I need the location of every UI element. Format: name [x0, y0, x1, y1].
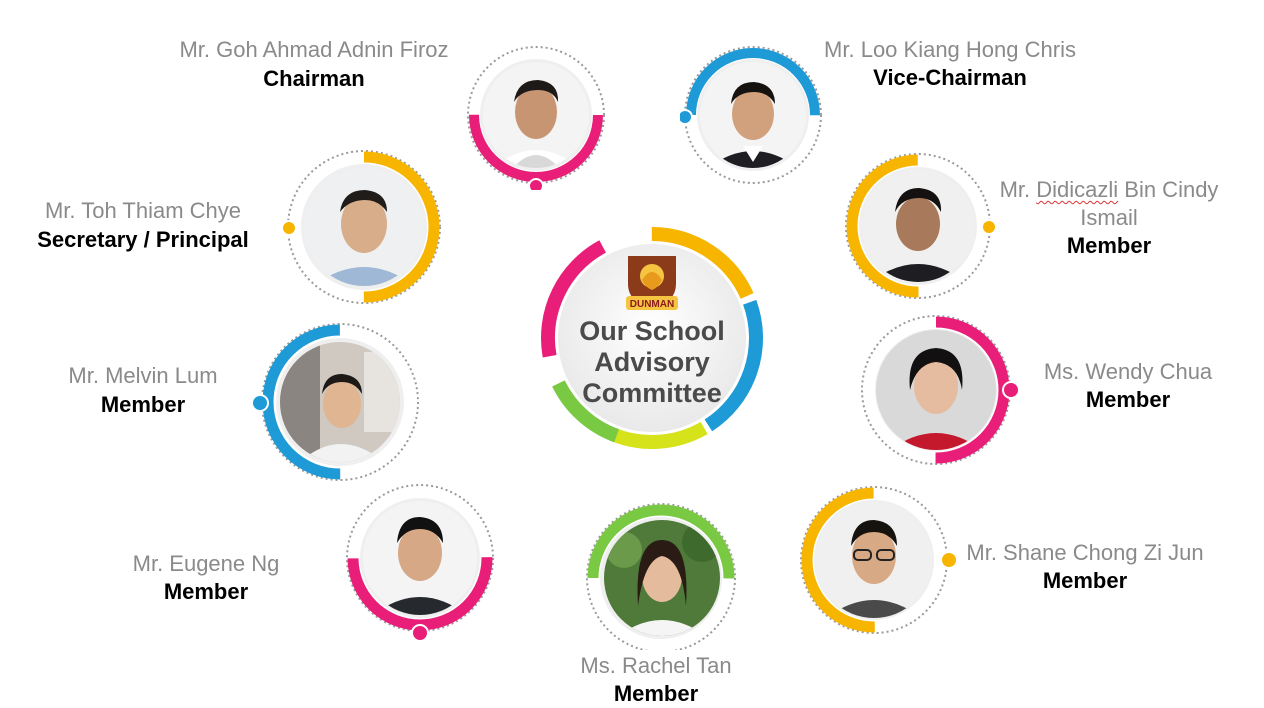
- member-card-didicazli: [842, 150, 1002, 310]
- member-card-shane-chong: [798, 482, 964, 642]
- crest-text: DUNMAN: [630, 299, 674, 310]
- member-role: Member: [613, 681, 699, 706]
- member-name: Mr. Loo Kiang Hong Chris: [824, 37, 1076, 62]
- member-name: Mr. Shane Chong Zi Jun: [966, 540, 1204, 565]
- shane-chong-avatar: [816, 502, 932, 618]
- member-card-chairman: [463, 44, 609, 190]
- vice-chairman-avatar: [700, 62, 806, 168]
- member-name: Mr. Goh Ahmad Adnin Firoz: [179, 37, 449, 62]
- member-name: Ms. Wendy Chua: [1043, 359, 1213, 384]
- member-role: Vice-Chairman: [873, 65, 1027, 90]
- rachel-tan-avatar: [604, 520, 720, 636]
- member-card-rachel-tan: [582, 500, 740, 650]
- secretary-avatar: [305, 168, 423, 286]
- member-name-didicazli: Mr. Didicazli Bin Cindy: [999, 177, 1219, 202]
- committee-hub: DUNMAN Our School Advisory Committee: [536, 222, 768, 454]
- member-name: Ms. Rachel Tan: [580, 653, 732, 678]
- hub-title: Our School Advisory Committee: [556, 316, 748, 409]
- hub-title-line-2: Advisory: [594, 347, 710, 377]
- member-role: Member: [163, 579, 249, 604]
- member-role: Secretary / Principal: [37, 227, 249, 252]
- member-name: Mr. Toh Thiam Chye: [44, 198, 242, 223]
- member-card-secretary: [283, 148, 445, 310]
- member-role: Member: [1066, 233, 1152, 258]
- hub-title-line-3: Committee: [582, 378, 722, 408]
- member-card-eugene-ng: [342, 482, 498, 644]
- chairman-avatar: [483, 62, 589, 168]
- eugene-ng-avatar: [363, 501, 477, 615]
- member-card-wendy-chua: [858, 312, 1024, 472]
- school-crest-icon: DUNMAN: [626, 256, 678, 310]
- melvin-lum-avatar: [280, 342, 400, 462]
- member-role: Member: [1042, 568, 1128, 593]
- member-card-melvin-lum: [250, 320, 426, 486]
- hub-title-line-1: Our School: [579, 316, 725, 346]
- member-role: Chairman: [263, 66, 365, 91]
- member-name: Mr. Melvin Lum: [68, 363, 218, 388]
- member-role: Member: [100, 392, 186, 417]
- wendy-chua-avatar: [876, 330, 996, 450]
- member-role: Member: [1085, 387, 1171, 412]
- member-name-line2: Ismail: [1080, 205, 1138, 230]
- didicazli-avatar: [862, 170, 974, 282]
- member-name: Mr. Eugene Ng: [132, 551, 280, 576]
